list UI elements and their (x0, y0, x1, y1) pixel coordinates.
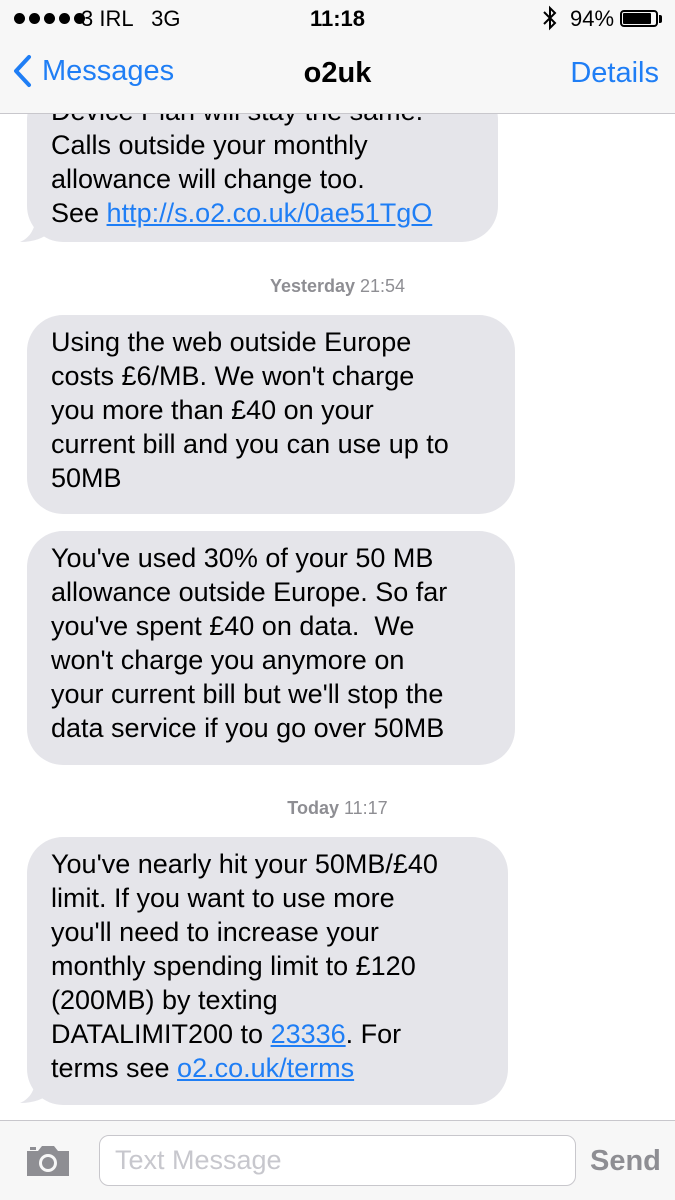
message-line: won't charge you anymore on (51, 645, 405, 675)
message-text: terms see (51, 1053, 178, 1083)
message-text: See (51, 198, 107, 228)
bubble-tail (20, 1075, 50, 1103)
message-line: You've nearly hit your 50MB/£40 (51, 849, 438, 879)
timestamp-day: Today (287, 798, 339, 818)
message-line: allowance will change too. (51, 164, 365, 194)
bluetooth-icon (542, 5, 558, 37)
timestamp: Yesterday 21:54 (0, 276, 675, 297)
phone-number-link[interactable]: 23336 (271, 1019, 346, 1049)
nav-bar: Messages o2uk Details (0, 40, 675, 114)
message-line: (200MB) by texting (51, 985, 278, 1015)
message-line: your current bill but we'll stop the (51, 679, 444, 709)
message-line: allowance outside Europe. So far (51, 577, 448, 607)
message-line: costs £6/MB. We won't charge (51, 361, 415, 391)
message-line: you more than £40 on your (51, 395, 374, 425)
message-line: monthly spending limit to £120 (51, 951, 416, 981)
message-line: You've used 30% of your 50 MB (51, 543, 434, 573)
message-line: Device Plan will stay the same. (51, 114, 470, 128)
message-text: DATALIMIT200 to (51, 1019, 271, 1049)
details-button[interactable]: Details (570, 57, 659, 90)
timestamp: Today 11:17 (0, 798, 675, 819)
message-line: you'll need to increase your (51, 917, 379, 947)
timestamp-day: Yesterday (269, 276, 355, 296)
camera-icon (27, 1146, 69, 1176)
message-link[interactable]: http://s.o2.co.uk/0ae51TgO (107, 198, 433, 228)
send-button[interactable]: Send (590, 1145, 661, 1178)
message-bubble[interactable]: You've nearly hit your 50MB/£40 limit. I… (27, 837, 508, 1105)
message-line: Using the web outside Europe (51, 327, 412, 357)
terms-link[interactable]: o2.co.uk/terms (177, 1053, 354, 1083)
bubble-tail (20, 214, 50, 242)
message-placeholder: Text Message (115, 1145, 282, 1175)
message-line: Calls outside your monthly (51, 130, 368, 160)
battery-tip (659, 15, 662, 23)
battery-level (623, 13, 651, 24)
message-text: . For (345, 1019, 402, 1049)
message-bubble[interactable]: Using the web outside Europe costs £6/MB… (27, 315, 515, 514)
message-bubble[interactable]: Device Plan will stay the same. Calls ou… (27, 114, 498, 242)
message-input-bar: Text Message Send (0, 1120, 675, 1200)
message-bubble[interactable]: You've used 30% of your 50 MB allowance … (27, 531, 515, 765)
message-line: 50MB (51, 463, 122, 493)
conversation-thread[interactable]: Device Plan will stay the same. Calls ou… (0, 114, 675, 1120)
message-line: data service if you go over 50MB (51, 713, 445, 743)
timestamp-time: 11:17 (343, 798, 388, 818)
message-line: current bill and you can use up to (51, 429, 449, 459)
message-line: limit. If you want to use more (51, 883, 395, 913)
battery-percent: 94% (570, 6, 615, 31)
status-bar: 3 IRL 3G 11:18 94% (0, 0, 675, 40)
message-text-field[interactable]: Text Message (99, 1135, 576, 1186)
battery-icon (620, 10, 658, 27)
camera-button[interactable] (24, 1143, 72, 1184)
message-line: you've spent £40 on data. We (51, 611, 415, 641)
timestamp-time: 21:54 (360, 276, 406, 296)
